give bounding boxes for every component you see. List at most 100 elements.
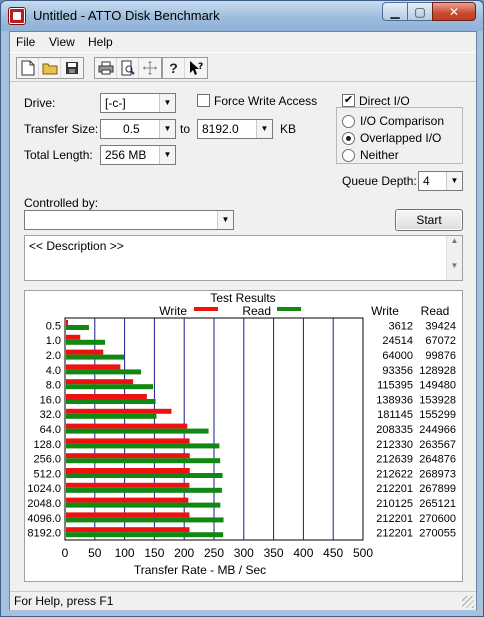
controlled-by-select[interactable]: ▼ <box>24 210 234 230</box>
x-tick-label: 250 <box>204 546 224 560</box>
transfer-size-from-select[interactable]: 0.5 ▼ <box>100 119 176 139</box>
app-icon[interactable] <box>9 8 25 24</box>
y-tick-label: 8192.0 <box>27 528 61 540</box>
transfer-size-label: Transfer Size: <box>24 122 99 136</box>
write-value: 24514 <box>382 335 413 347</box>
overlapped-io-label: Overlapped I/O <box>360 131 442 145</box>
chevron-down-icon[interactable]: ▼ <box>159 120 175 138</box>
start-button[interactable]: Start <box>395 209 463 231</box>
drive-value: [-c-] <box>105 96 126 110</box>
context-help-button[interactable]: ? <box>185 58 207 78</box>
print-icon <box>98 61 113 75</box>
write-value: 3612 <box>389 320 413 332</box>
write-value: 212639 <box>376 454 413 466</box>
menu-file[interactable]: File <box>16 35 35 49</box>
read-bar <box>66 487 222 493</box>
force-write-checkbox[interactable] <box>197 94 210 107</box>
scroll-down-icon[interactable]: ▼ <box>447 261 462 270</box>
minimize-button[interactable]: ▁ <box>382 2 408 21</box>
print-button[interactable] <box>95 58 117 78</box>
read-value: 265121 <box>419 498 456 510</box>
read-bar <box>66 517 224 523</box>
description-scrollbar[interactable]: ▲ ▼ <box>446 236 462 280</box>
print-preview-button[interactable] <box>117 58 139 78</box>
move-button[interactable] <box>139 58 161 78</box>
menu-bar: File View Help <box>10 32 476 52</box>
x-tick-label: 500 <box>353 546 373 560</box>
description-box[interactable]: << Description >> ▲ ▼ <box>24 235 463 281</box>
transfer-size-to-select[interactable]: 8192.0 ▼ <box>197 119 273 139</box>
read-value: 128928 <box>419 365 456 377</box>
read-value: 67072 <box>425 335 456 347</box>
title-bar[interactable]: Untitled - ATTO Disk Benchmark ▁ ▢ ✕ <box>1 1 483 31</box>
read-value: 155299 <box>419 409 456 421</box>
write-value: 115395 <box>377 380 413 392</box>
context-help-icon: ? <box>190 61 203 75</box>
read-value: 153928 <box>419 394 456 406</box>
to-label: to <box>180 122 191 136</box>
overlapped-io-radio[interactable] <box>342 132 355 145</box>
open-button[interactable] <box>39 58 61 78</box>
direct-io-checkbox[interactable]: ✔ <box>342 94 355 107</box>
chevron-down-icon[interactable]: ▼ <box>446 172 462 190</box>
read-value: 99876 <box>425 350 456 362</box>
y-tick-label: 32.0 <box>40 409 61 421</box>
chevron-down-icon[interactable]: ▼ <box>159 94 175 112</box>
read-bar <box>66 428 209 434</box>
drive-label: Drive: <box>24 96 56 110</box>
legend-read-swatch <box>277 307 301 311</box>
read-bar <box>66 325 89 330</box>
legend-write-label: Write <box>159 304 187 318</box>
direct-io-label: Direct I/O <box>359 94 410 108</box>
write-bar <box>66 334 81 340</box>
read-value: 263567 <box>419 439 456 451</box>
menu-help[interactable]: Help <box>88 35 113 49</box>
drive-select[interactable]: [-c-] ▼ <box>100 93 176 113</box>
read-value: 149480 <box>419 380 456 392</box>
neither-label: Neither <box>360 148 399 162</box>
queue-depth-select[interactable]: 4 ▼ <box>418 171 463 191</box>
y-tick-label: 1024.0 <box>27 483 61 495</box>
chevron-down-icon[interactable]: ▼ <box>217 211 233 229</box>
write-bar <box>66 453 190 459</box>
queue-depth-label: Queue Depth: <box>342 174 417 188</box>
client-area: File View Help ? ? Drive: [-c-] ▼ Force … <box>9 31 477 610</box>
chevron-down-icon[interactable]: ▼ <box>159 146 175 164</box>
new-file-button[interactable] <box>17 58 39 78</box>
resize-grip-icon[interactable] <box>462 596 474 608</box>
write-bar <box>66 512 190 518</box>
test-results-panel: Test Results Write Read Write Read 0 50 10… <box>24 290 463 582</box>
help-button[interactable]: ? <box>163 58 185 78</box>
save-button[interactable] <box>61 58 83 78</box>
write-bar <box>66 497 189 503</box>
svg-text:?: ? <box>198 62 203 72</box>
transfer-size-from-value: 0.5 <box>123 122 140 136</box>
write-value: 138936 <box>376 394 413 406</box>
queue-depth-value: 4 <box>423 174 430 188</box>
plot-area: 0 50 100 150 200 250 300 350 400 450 500 0.5 3612 394… <box>27 317 456 560</box>
open-folder-icon <box>42 63 57 75</box>
write-value: 212201 <box>376 513 413 525</box>
legend-write-swatch <box>194 307 218 311</box>
write-value: 93356 <box>382 365 413 377</box>
controlled-by-label: Controlled by: <box>24 196 99 210</box>
write-value: 208335 <box>376 424 413 436</box>
neither-radio[interactable] <box>342 149 355 162</box>
menu-view[interactable]: View <box>49 35 75 49</box>
column-write-header: Write <box>371 304 399 318</box>
io-comparison-label: I/O Comparison <box>360 114 445 128</box>
x-tick-label: 100 <box>115 546 135 560</box>
io-comparison-radio[interactable] <box>342 115 355 128</box>
write-bar <box>66 438 190 444</box>
total-length-select[interactable]: 256 MB ▼ <box>100 145 176 165</box>
maximize-button[interactable]: ▢ <box>407 2 433 21</box>
minimize-icon: ▁ <box>390 4 400 19</box>
write-value: 181145 <box>377 409 413 421</box>
scroll-up-icon[interactable]: ▲ <box>447 236 462 245</box>
close-button[interactable]: ✕ <box>432 2 476 21</box>
write-value: 64000 <box>382 350 413 362</box>
read-bar <box>66 502 221 508</box>
chevron-down-icon[interactable]: ▼ <box>256 120 272 138</box>
print-preview-icon <box>121 60 135 76</box>
write-value: 210125 <box>376 498 413 510</box>
